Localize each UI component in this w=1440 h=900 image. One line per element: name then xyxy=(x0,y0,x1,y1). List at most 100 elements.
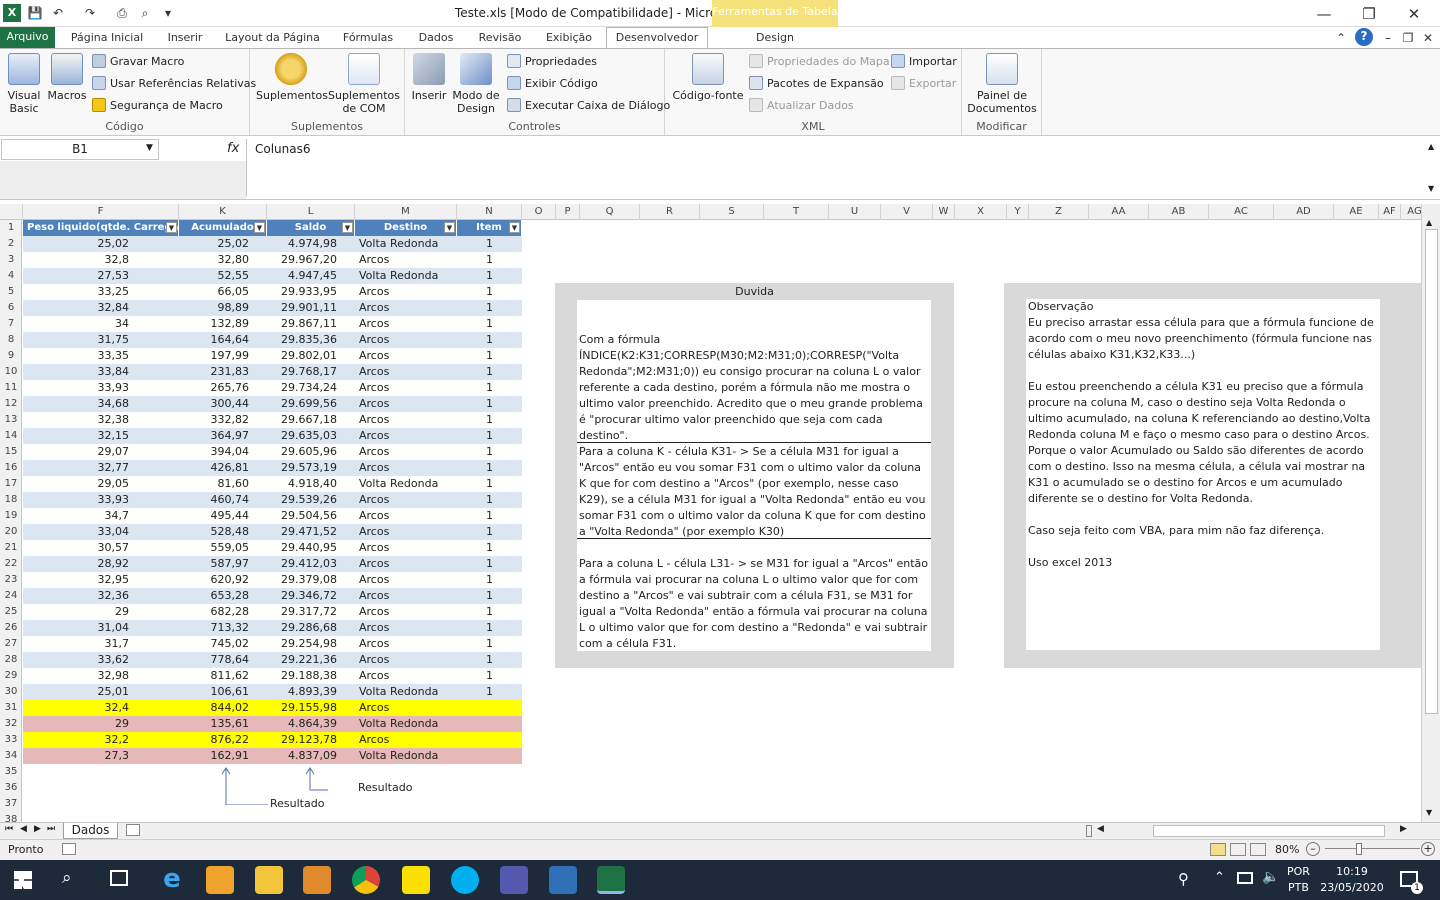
table-row[interactable]: 33,04 528,48 29.471,52 Arcos 1 xyxy=(23,524,522,540)
row-header[interactable]: 11 xyxy=(0,380,22,396)
row-header[interactable]: 30 xyxy=(0,684,22,700)
column-header-l[interactable]: L xyxy=(267,204,355,220)
cell-item[interactable]: 1 xyxy=(457,284,522,300)
zoom-level[interactable]: 80% xyxy=(1275,843,1299,856)
cell-acumulado[interactable]: 811,62 xyxy=(179,668,267,684)
column-header-z[interactable]: Z xyxy=(1029,204,1089,220)
cell-saldo[interactable]: 29.734,24 xyxy=(267,380,355,396)
cell-destino[interactable]: Arcos xyxy=(355,492,457,508)
cell-acumulado[interactable]: 332,82 xyxy=(179,412,267,428)
row-header[interactable]: 22 xyxy=(0,556,22,572)
cell-saldo[interactable]: 29.412,03 xyxy=(267,556,355,572)
column-header-p[interactable]: P xyxy=(556,204,580,220)
inserir-control-button[interactable]: Inserir xyxy=(409,53,449,102)
zoom-in-icon[interactable]: + xyxy=(1421,842,1435,856)
cell-destino[interactable]: Arcos xyxy=(355,652,457,668)
cell-peso[interactable]: 34,7 xyxy=(23,508,179,524)
column-header-q[interactable]: Q xyxy=(580,204,640,220)
cell-saldo[interactable]: 29.155,98 xyxy=(267,700,355,716)
painel-documentos-button[interactable]: Painel de Documentos xyxy=(966,53,1038,115)
cell-peso[interactable]: 33,62 xyxy=(23,652,179,668)
cell-peso[interactable]: 25,02 xyxy=(23,236,179,252)
cell-destino[interactable]: Arcos xyxy=(355,540,457,556)
cell-acumulado[interactable]: 32,80 xyxy=(179,252,267,268)
column-header-aa[interactable]: AA xyxy=(1089,204,1149,220)
tab-dados[interactable]: Dados xyxy=(410,30,462,48)
cell-item[interactable]: 1 xyxy=(457,524,522,540)
cell-peso[interactable]: 30,57 xyxy=(23,540,179,556)
app-icon[interactable] xyxy=(303,866,331,894)
row-header[interactable]: 28 xyxy=(0,652,22,668)
cell-saldo[interactable]: 4.837,09 xyxy=(267,748,355,764)
cell-acumulado[interactable]: 745,02 xyxy=(179,636,267,652)
column-header-o[interactable]: O xyxy=(522,204,556,220)
cell-destino[interactable]: Arcos xyxy=(355,556,457,572)
cell-acumulado[interactable]: 460,74 xyxy=(179,492,267,508)
cell-item[interactable]: 1 xyxy=(457,492,522,508)
column-header-y[interactable]: Y xyxy=(1007,204,1029,220)
tab-design[interactable]: Design xyxy=(740,30,810,48)
row-header[interactable]: 5 xyxy=(0,284,22,300)
atualizar-dados-button[interactable]: Atualizar Dados xyxy=(749,97,854,115)
note-observacao[interactable]: Observação Eu preciso arrastar essa célu… xyxy=(1004,283,1421,668)
scroll-thumb[interactable] xyxy=(1425,229,1438,714)
table-row[interactable]: 32,95 620,92 29.379,08 Arcos 1 xyxy=(23,572,522,588)
table-row[interactable]: 34,7 495,44 29.504,56 Arcos 1 xyxy=(23,508,522,524)
exportar-button[interactable]: Exportar xyxy=(891,75,956,93)
view-page-layout-icon[interactable] xyxy=(1230,843,1246,856)
header-saldo[interactable]: Saldo ▼ xyxy=(267,220,355,236)
scroll-down-icon[interactable]: ▼ xyxy=(1426,808,1432,817)
remote-app-icon[interactable] xyxy=(549,866,577,894)
cell-item[interactable]: 1 xyxy=(457,508,522,524)
row-header[interactable]: 29 xyxy=(0,668,22,684)
name-box[interactable]: B1 xyxy=(1,139,159,160)
row-header[interactable]: 19 xyxy=(0,508,22,524)
cell-item[interactable]: 1 xyxy=(457,412,522,428)
cell-destino[interactable]: Volta Redonda xyxy=(355,716,457,732)
cell-item[interactable]: 1 xyxy=(457,396,522,412)
cell-destino[interactable]: Volta Redonda xyxy=(355,236,457,252)
cell-acumulado[interactable]: 364,97 xyxy=(179,428,267,444)
tray-chevron-icon[interactable]: ⌃ xyxy=(1214,870,1225,885)
table-row[interactable]: 33,93 265,76 29.734,24 Arcos 1 xyxy=(23,380,522,396)
cell-peso[interactable]: 32,15 xyxy=(23,428,179,444)
input-language[interactable]: POR PTB xyxy=(1287,864,1310,896)
table-row[interactable]: 31,75 164,64 29.835,36 Arcos 1 xyxy=(23,332,522,348)
table-row[interactable]: 32,84 98,89 29.901,11 Arcos 1 xyxy=(23,300,522,316)
cell-acumulado[interactable]: 52,55 xyxy=(179,268,267,284)
cell-destino[interactable]: Volta Redonda xyxy=(355,684,457,700)
visual-basic-button[interactable]: Visual Basic xyxy=(4,53,44,115)
cell-item[interactable] xyxy=(457,700,522,716)
cell-peso[interactable]: 34 xyxy=(23,316,179,332)
cell-destino[interactable]: Arcos xyxy=(355,348,457,364)
cell-peso[interactable]: 27,3 xyxy=(23,748,179,764)
cell-item[interactable]: 1 xyxy=(457,636,522,652)
row-header[interactable]: 33 xyxy=(0,732,22,748)
row-header[interactable]: 24 xyxy=(0,588,22,604)
windows-start-icon[interactable] xyxy=(14,871,32,889)
cell-destino[interactable]: Arcos xyxy=(355,572,457,588)
cell-peso[interactable]: 31,75 xyxy=(23,332,179,348)
cell-item[interactable]: 1 xyxy=(457,540,522,556)
cell-peso[interactable]: 25,01 xyxy=(23,684,179,700)
tab-layout[interactable]: Layout da Página xyxy=(220,30,325,48)
table-row[interactable]: 31,7 745,02 29.254,98 Arcos 1 xyxy=(23,636,522,652)
file-explorer-icon[interactable] xyxy=(255,866,283,894)
row-header[interactable]: 4 xyxy=(0,268,22,284)
cell-destino[interactable]: Arcos xyxy=(355,428,457,444)
chrome-icon[interactable] xyxy=(352,866,380,894)
codigo-fonte-button[interactable]: Código-fonte xyxy=(669,53,747,102)
cell-peso[interactable]: 31,7 xyxy=(23,636,179,652)
teams-icon[interactable] xyxy=(500,866,528,894)
cell-saldo[interactable]: 29.440,95 xyxy=(267,540,355,556)
column-header-ae[interactable]: AE xyxy=(1334,204,1379,220)
cell-destino[interactable]: Arcos xyxy=(355,508,457,524)
cell-acumulado[interactable]: 653,28 xyxy=(179,588,267,604)
tab-inserir[interactable]: Inserir xyxy=(160,30,210,48)
row-header[interactable]: 27 xyxy=(0,636,22,652)
header-acumulado[interactable]: Acumulado ▼ xyxy=(179,220,267,236)
cell-item[interactable]: 1 xyxy=(457,364,522,380)
note-duvida[interactable]: Duvida Com a fórmula ÍNDICE(K2:K31;CORRE… xyxy=(555,283,954,668)
cell-peso[interactable]: 32,4 xyxy=(23,700,179,716)
table-row[interactable]: 27,3 162,91 4.837,09 Volta Redonda xyxy=(23,748,522,764)
